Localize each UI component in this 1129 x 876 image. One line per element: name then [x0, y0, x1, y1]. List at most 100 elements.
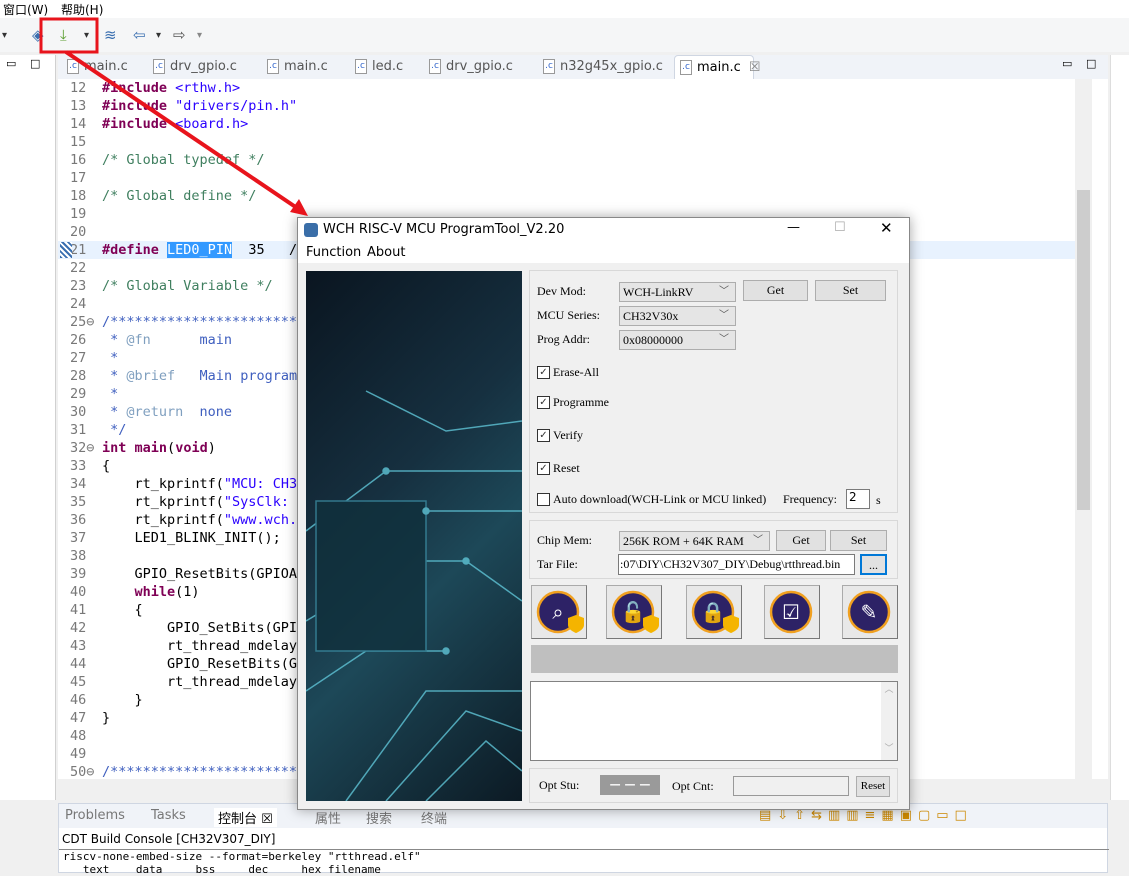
- back-arrow-icon[interactable]: ⇦: [133, 26, 146, 44]
- line-number: 30: [70, 404, 87, 420]
- close-button[interactable]: ✕: [880, 219, 893, 237]
- code-token: <rthw.h>: [167, 80, 241, 96]
- code-token: /* Global typedef */: [102, 152, 265, 168]
- tab-tasks[interactable]: Tasks: [151, 808, 186, 823]
- code-token: "MCU: CH32: [223, 476, 306, 492]
- dev-mod-select[interactable]: WCH-LinkRV ﹀: [619, 282, 736, 302]
- svg-text:🔒: 🔒: [701, 600, 726, 624]
- tab-properties[interactable]: 属性: [315, 808, 341, 827]
- code-text: #define LED0_PIN 35 /: [102, 241, 297, 259]
- svg-text:🔓: 🔓: [621, 600, 646, 624]
- tab-search[interactable]: 搜索: [366, 808, 392, 827]
- code-token: *: [102, 368, 127, 384]
- download-icon[interactable]: ⤓: [60, 26, 67, 44]
- code-token: {: [102, 458, 111, 474]
- scroll-down-icon[interactable]: ﹀: [881, 741, 897, 754]
- code-text: {: [102, 457, 110, 475]
- tab-problems[interactable]: Problems: [65, 808, 125, 823]
- mcu-series-select[interactable]: CH32V30x ﹀: [619, 306, 736, 326]
- tab-main-c[interactable]: .c main.c ☒: [674, 55, 760, 79]
- bookmark-marker: [60, 242, 72, 258]
- code-line[interactable]: 14 #include <board.h>: [58, 115, 1076, 133]
- tab-n32g45x-gpio-c[interactable]: .c n32g45x_gpio.c: [538, 55, 670, 79]
- c-file-icon: .c: [267, 59, 279, 74]
- browse-button[interactable]: ...: [860, 554, 887, 575]
- chip-get-button[interactable]: Get: [776, 530, 826, 551]
- unprotect-icon: 🔓: [611, 590, 659, 634]
- log-output[interactable]: ︿ ﹀: [530, 681, 898, 761]
- code-line[interactable]: 15: [58, 133, 1076, 151]
- toolbar: ▾ ◈ ⤓ ▾ ≋ ⇦ ▾ ⇨ ▾: [0, 18, 1129, 52]
- erase-button[interactable]: ✎: [842, 585, 898, 639]
- minimize-icon[interactable]: ▭: [6, 57, 16, 70]
- settings-group: Dev Mod: WCH-LinkRV ﹀ Get Set MCU Series:…: [529, 270, 898, 513]
- code-token: main: [134, 440, 168, 456]
- forward-dropdown-icon[interactable]: ▾: [197, 30, 202, 41]
- scroll-up-icon[interactable]: ︿: [881, 682, 897, 695]
- protect-button[interactable]: 🔒: [686, 585, 742, 639]
- unprotect-button[interactable]: 🔓: [606, 585, 662, 639]
- chip-mem-select[interactable]: 256K ROM + 64K RAM ﹀: [619, 531, 770, 551]
- menu-function[interactable]: Function: [306, 245, 361, 260]
- frequency-input[interactable]: 2: [846, 489, 870, 509]
- app-icon: [304, 223, 318, 237]
- console-toolbar-icons[interactable]: ▤⇩⇧⇆▥▥≡▦▣▢▭□: [759, 808, 973, 823]
- dropdown-icon[interactable]: ▾: [2, 30, 7, 41]
- code-text: rt_kprintf("MCU: CH32: [102, 475, 306, 493]
- tar-file-label: Tar File:: [537, 557, 578, 571]
- chip-set-button[interactable]: Set: [830, 530, 887, 551]
- menu-about[interactable]: About: [367, 245, 405, 260]
- dev-mod-label: Dev Mod:: [537, 284, 586, 298]
- back-dropdown-icon[interactable]: ▾: [156, 30, 161, 41]
- tab-main-c[interactable]: .c main.c: [62, 55, 138, 79]
- code-line[interactable]: 18 /* Global define */: [58, 187, 1076, 205]
- download-dropdown-icon[interactable]: ▾: [84, 30, 89, 41]
- dev-get-button[interactable]: Get: [743, 280, 808, 301]
- scrollbar-thumb[interactable]: [1077, 190, 1090, 510]
- tab-drv-gpio-c[interactable]: .c drv_gpio.c: [424, 55, 528, 79]
- close-tab-icon[interactable]: ☒: [749, 60, 761, 75]
- line-number: 26: [70, 332, 87, 348]
- menu-help[interactable]: 帮助(H): [61, 1, 103, 18]
- erase-icon: ✎: [847, 590, 891, 634]
- maximize-icon[interactable]: □: [30, 57, 40, 70]
- editor-maximize-icon[interactable]: □: [1086, 57, 1096, 70]
- program-verify-button[interactable]: ☑: [764, 585, 820, 639]
- tab-console[interactable]: 控制台 ☒: [214, 808, 277, 827]
- forward-arrow-icon[interactable]: ⇨: [173, 26, 186, 44]
- editor-minimize-icon[interactable]: ▭: [1062, 57, 1072, 70]
- dev-set-button[interactable]: Set: [815, 280, 886, 301]
- checkbox-programme[interactable]: ✓: [537, 396, 550, 409]
- tab-drv-gpio-c[interactable]: .c drv_gpio.c: [148, 55, 252, 79]
- code-line[interactable]: 17: [58, 169, 1076, 187]
- layers-icon[interactable]: ≋: [104, 26, 117, 44]
- code-line[interactable]: 16 /* Global typedef */: [58, 151, 1076, 169]
- line-number: 48: [70, 728, 87, 744]
- line-number: 23: [70, 278, 87, 294]
- auto-download-checkbox[interactable]: [537, 493, 550, 506]
- checkbox-erase-all[interactable]: ✓: [537, 366, 550, 379]
- code-line[interactable]: 13 #include "drivers/pin.h": [58, 97, 1076, 115]
- code-text: * @brief Main program.: [102, 367, 305, 385]
- menu-window[interactable]: 窗口(W): [3, 1, 48, 18]
- code-text: while(1): [102, 583, 200, 601]
- tar-file-input[interactable]: :07\DIY\CH32V307_DIY\Debug\rtthread.bin: [618, 554, 855, 575]
- maximize-button[interactable]: ☐: [834, 220, 846, 235]
- tab-label: n32g45x_gpio.c: [560, 59, 663, 74]
- query-button[interactable]: ⌕: [531, 585, 587, 639]
- tab-led-c[interactable]: .c led.c: [350, 55, 419, 79]
- reset-count-button[interactable]: Reset: [856, 776, 890, 797]
- log-scrollbar[interactable]: ︿ ﹀: [881, 682, 897, 760]
- line-number: 43: [70, 638, 87, 654]
- checkbox-verify[interactable]: ✓: [537, 429, 550, 442]
- debug-icon[interactable]: ◈: [32, 26, 44, 44]
- checkbox-reset[interactable]: ✓: [537, 462, 550, 475]
- minimize-button[interactable]: —: [787, 220, 800, 235]
- code-line[interactable]: 12 #include <rthw.h>: [58, 79, 1076, 97]
- status-group: Opt Stu: — — — Opt Cnt: Reset: [529, 768, 898, 803]
- code-token: (1): [175, 584, 200, 600]
- tab-main-c[interactable]: .c main.c: [262, 55, 338, 79]
- tab-terminal[interactable]: 终端: [421, 808, 447, 827]
- line-number: 19: [70, 206, 87, 222]
- prog-addr-select[interactable]: 0x08000000 ﹀: [619, 330, 736, 350]
